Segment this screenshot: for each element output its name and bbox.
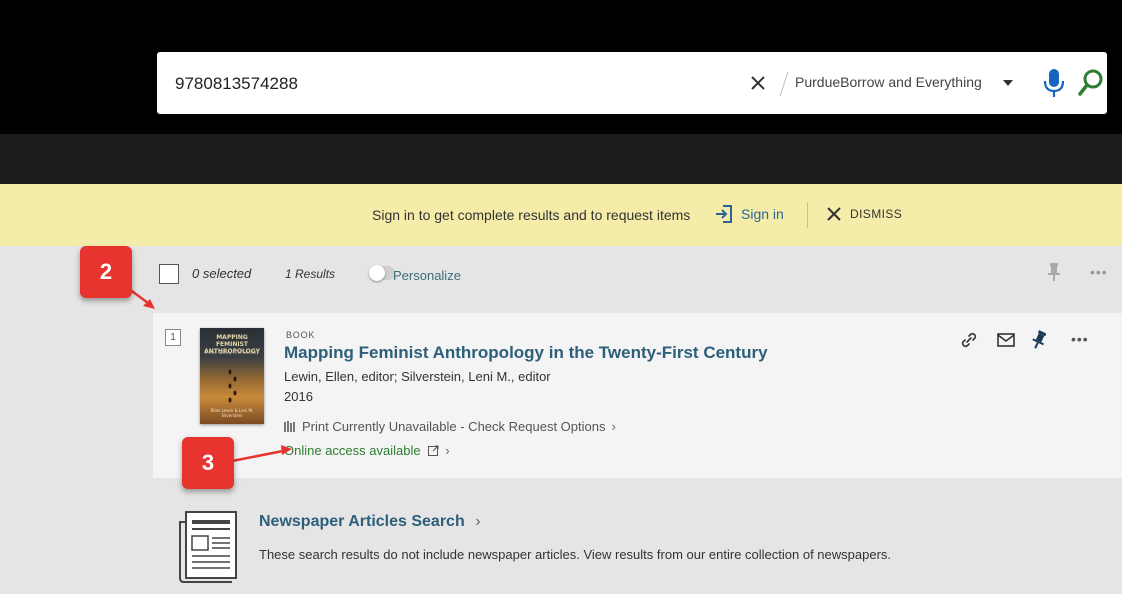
pin-icon[interactable]	[1032, 330, 1046, 350]
signin-message: Sign in to get complete results and to r…	[372, 207, 691, 223]
search-input[interactable]	[175, 70, 695, 98]
online-status-text: Online access available	[284, 443, 421, 458]
resource-type: BOOK	[286, 330, 316, 340]
newspaper-icon	[179, 511, 237, 583]
online-access-link[interactable]: Online access available ›	[284, 443, 450, 458]
newspaper-search-link[interactable]: Newspaper Articles Search ›	[259, 513, 481, 531]
more-options-icon[interactable]: •••	[1071, 331, 1089, 347]
callout-badge: 3	[182, 437, 234, 489]
cover-subtitle: in the Twenty-First Century	[205, 350, 259, 355]
selected-count: 0 selected	[192, 266, 252, 281]
microphone-icon[interactable]	[1042, 67, 1066, 99]
results-toolbar: 0 selected 1 Results Personalize •••	[157, 256, 1117, 296]
search-icon[interactable]	[1077, 68, 1105, 98]
divider	[779, 71, 789, 97]
newspaper-description: These search results do not include news…	[259, 547, 892, 562]
callout-badge: 2	[80, 246, 132, 298]
nav-band	[0, 134, 1122, 184]
result-number[interactable]: 1	[165, 329, 181, 346]
more-options-icon[interactable]: •••	[1090, 264, 1108, 280]
print-status-text: Print Currently Unavailable - Check Requ…	[302, 419, 606, 434]
signin-link[interactable]: Sign in	[741, 206, 784, 222]
personalize-toggle[interactable]	[369, 265, 395, 281]
chevron-right-icon: ›	[611, 419, 616, 434]
chevron-right-icon: ›	[475, 513, 481, 530]
result-item: 1 MAPPING FEMINIST ANTHROPOLOGY in the T…	[153, 313, 1122, 478]
book-shelf-icon	[284, 421, 295, 432]
result-year: 2016	[284, 389, 313, 404]
result-title-link[interactable]: Mapping Feminist Anthropology in the Twe…	[284, 343, 768, 363]
footprints-graphic	[228, 369, 237, 403]
results-count: 1 Results	[285, 267, 336, 281]
cover-editors: Ellen Lewin & Leni M. Silverstein	[210, 408, 254, 418]
pin-icon[interactable]	[1047, 262, 1061, 282]
book-cover[interactable]: MAPPING FEMINIST ANTHROPOLOGY in the Twe…	[200, 328, 264, 424]
close-icon[interactable]	[826, 206, 842, 222]
link-icon[interactable]	[960, 331, 978, 349]
newspaper-title: Newspaper Articles Search	[259, 513, 465, 530]
signin-banner: Sign in to get complete results and to r…	[0, 184, 1122, 246]
chevron-right-icon: ›	[445, 443, 450, 458]
print-availability-link[interactable]: Print Currently Unavailable - Check Requ…	[284, 419, 616, 434]
divider	[807, 202, 808, 228]
email-icon[interactable]	[997, 333, 1015, 347]
external-link-icon	[428, 445, 439, 456]
result-authors: Lewin, Ellen, editor; Silverstein, Leni …	[284, 369, 551, 384]
chevron-down-icon[interactable]	[1002, 78, 1014, 88]
signin-icon[interactable]	[714, 204, 734, 224]
clear-icon[interactable]	[745, 70, 771, 96]
search-bar: PurdueBorrow and Everything	[157, 52, 1107, 114]
select-all-checkbox[interactable]	[159, 264, 179, 284]
scope-select[interactable]: PurdueBorrow and Everything	[795, 74, 982, 90]
toggle-knob	[369, 265, 385, 281]
dismiss-button[interactable]: DISMISS	[850, 207, 902, 221]
personalize-label[interactable]: Personalize	[393, 268, 461, 283]
